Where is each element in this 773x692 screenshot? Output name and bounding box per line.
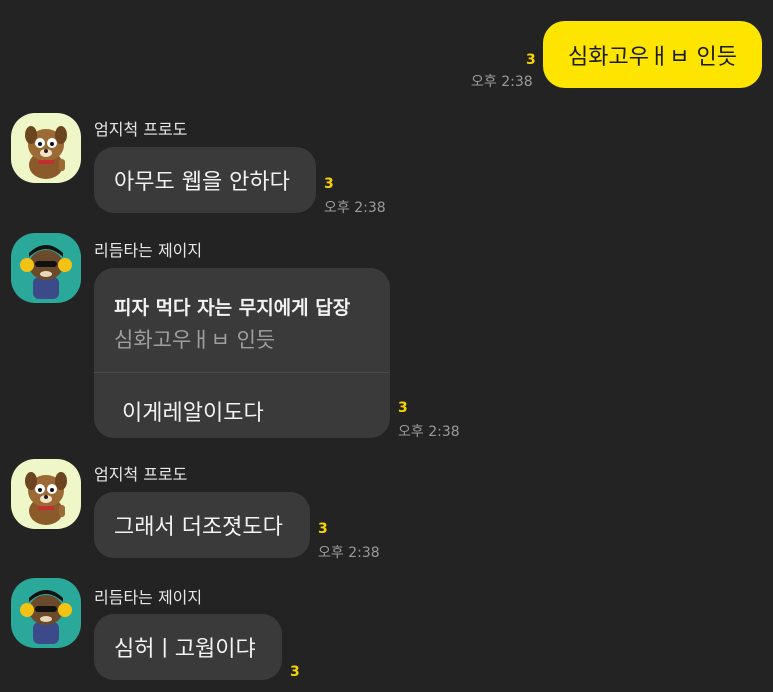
incoming-bubble[interactable]: 심허ㅣ고웝이댜 [94, 614, 282, 680]
message-text: 그래서 더조졋도다 [114, 515, 283, 540]
message-text: 심화고우ㅐㅂ 인듯 [568, 44, 737, 70]
timestamp: 오후 2:38 [324, 200, 386, 216]
incoming-bubble[interactable]: 그래서 더조졋도다 [94, 492, 310, 558]
jayg-avatar-icon[interactable] [11, 233, 81, 303]
unread-count: 3 [398, 400, 408, 416]
timestamp: 오후 2:38 [318, 545, 380, 561]
timestamp: 오후 2:38 [398, 424, 460, 440]
unread-count: 3 [324, 176, 334, 192]
message-text: 이게레알이도다 [122, 401, 264, 426]
divider [94, 372, 390, 373]
incoming-bubble[interactable]: 아무도 웹을 안하다 [94, 147, 316, 213]
outgoing-bubble[interactable]: 심화고우ㅐㅂ 인듯 [543, 21, 762, 88]
jayg-avatar-icon[interactable] [11, 578, 81, 648]
frodo-avatar-icon[interactable] [11, 459, 81, 529]
reply-header: 피자 먹다 자는 무지에게 답장 [114, 297, 351, 319]
timestamp: 오후 2:38 [471, 74, 533, 90]
sender-name: 리듬타는 제이지 [94, 588, 203, 607]
sender-name: 엄지척 프로도 [94, 120, 188, 139]
unread-count: 3 [290, 664, 300, 680]
sender-name: 리듬타는 제이지 [94, 241, 203, 260]
reply-bubble[interactable]: 피자 먹다 자는 무지에게 답장 심화고우ㅐㅂ 인듯 이게레알이도다 [94, 268, 390, 438]
frodo-avatar-icon[interactable] [11, 113, 81, 183]
message-text: 아무도 웹을 안하다 [114, 170, 290, 195]
unread-count: 3 [526, 52, 536, 68]
message-text: 심허ㅣ고웝이댜 [114, 637, 256, 662]
quoted-message: 심화고우ㅐㅂ 인듯 [114, 328, 276, 352]
unread-count: 3 [318, 521, 328, 537]
sender-name: 엄지척 프로도 [94, 465, 188, 484]
